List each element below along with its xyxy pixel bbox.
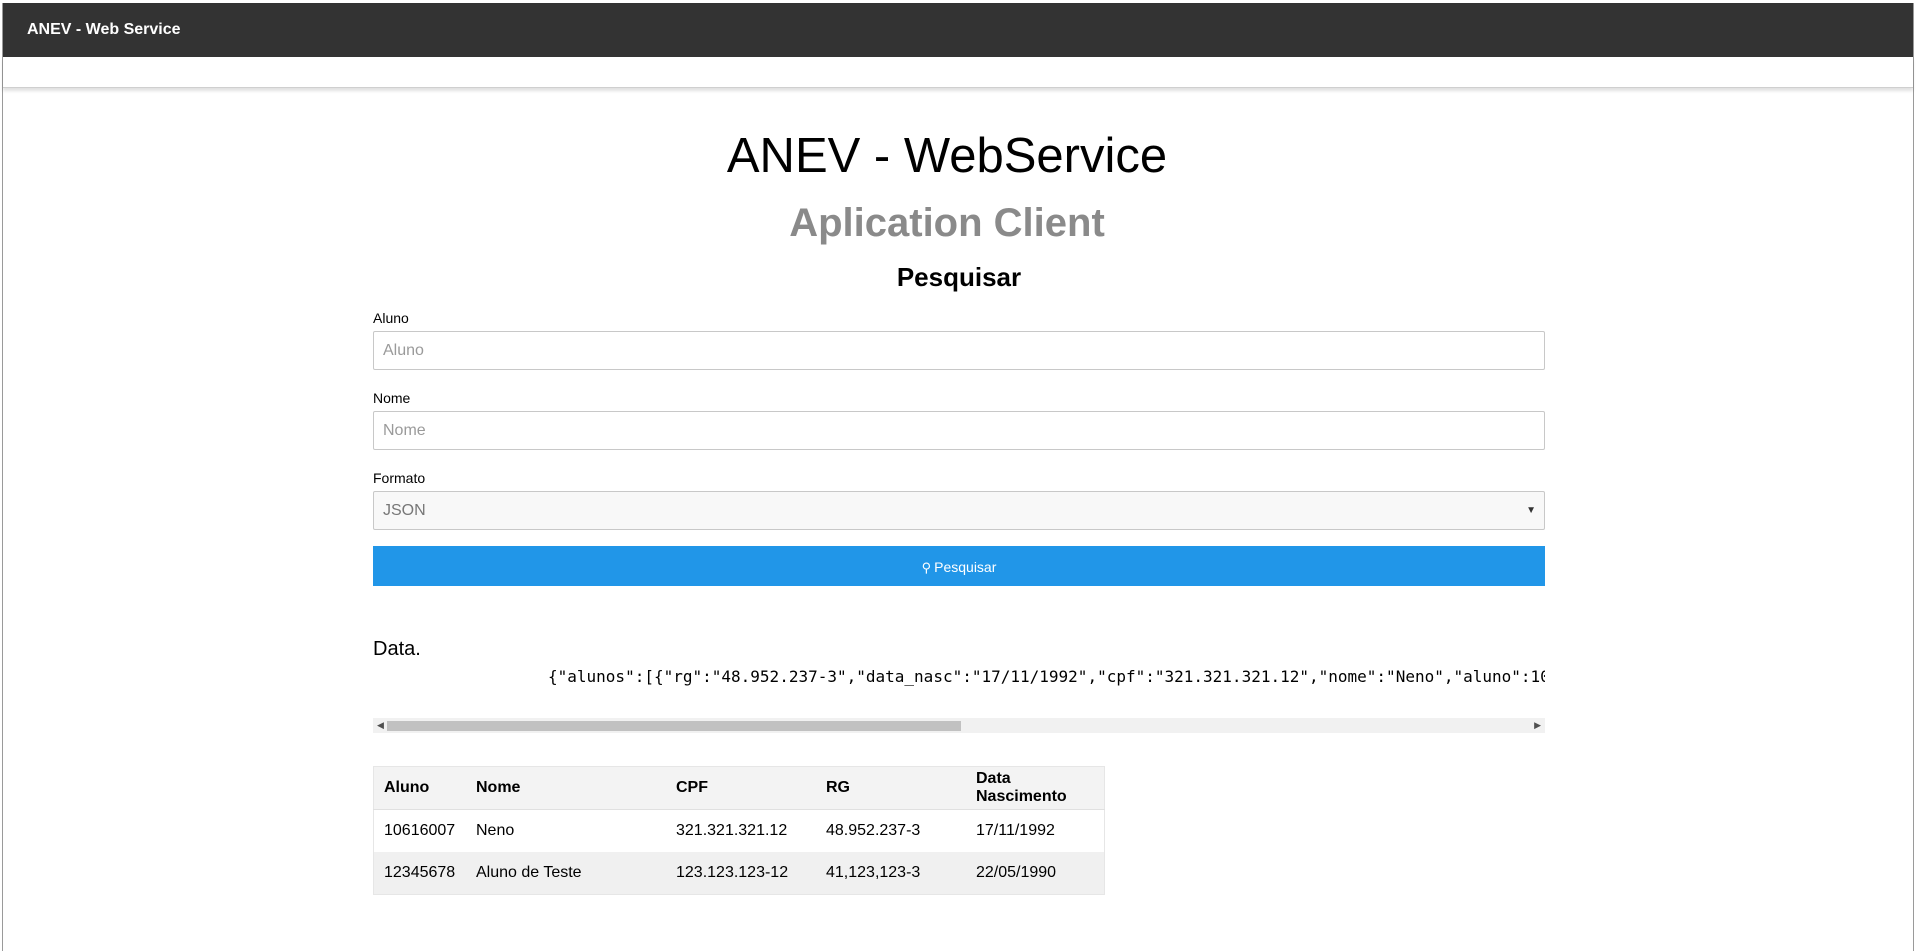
table-row: 10616007 Neno 321.321.321.12 48.952.237-… <box>373 809 1105 852</box>
table-cell: 41,123,123-3 <box>816 852 966 895</box>
table-cell: 10616007 <box>373 809 466 852</box>
page-frame: ANEV - Web Service ANEV - WebService Apl… <box>2 3 1914 951</box>
page-title: ANEV - WebService <box>726 129 1168 183</box>
table-cell: 22/05/1990 <box>966 852 1105 895</box>
top-navbar: ANEV - Web Service <box>3 3 1913 57</box>
aluno-input[interactable] <box>373 331 1545 370</box>
table-cell: 321.321.321.12 <box>666 809 816 852</box>
column-header: Nome <box>466 766 666 810</box>
scrollbar-thumb[interactable] <box>387 721 961 731</box>
search-icon: ⚲ <box>921 560 932 575</box>
nome-input[interactable] <box>373 411 1545 450</box>
raw-output-text: {"alunos":[{"rg":"48.952.237-3","data_na… <box>548 667 1545 686</box>
formato-select[interactable]: JSON ▼ <box>373 491 1545 530</box>
table-header-row: Aluno Nome CPF RG Data Nascimento <box>373 766 1105 810</box>
column-header: RG <box>816 766 966 810</box>
data-title: Data. <box>373 638 421 660</box>
search-button-label: Pesquisar <box>934 559 997 575</box>
column-header: CPF <box>666 766 816 810</box>
raw-output-area[interactable]: {"alunos":[{"rg":"48.952.237-3","data_na… <box>373 667 1545 713</box>
column-header: Aluno <box>373 766 466 810</box>
table-cell: Aluno de Teste <box>466 852 666 895</box>
formato-selected-value: JSON <box>383 502 426 519</box>
table-cell: 123.123.123-12 <box>666 852 816 895</box>
navbar-brand[interactable]: ANEV - Web Service <box>27 21 181 39</box>
scroll-right-icon[interactable]: ▶ <box>1534 718 1541 733</box>
table-cell: 17/11/1992 <box>966 809 1105 852</box>
column-header: Data Nascimento <box>966 766 1105 810</box>
nome-label: Nome <box>373 390 411 406</box>
table-cell: 48.952.237-3 <box>816 809 966 852</box>
aluno-label: Aluno <box>373 310 409 326</box>
horizontal-scrollbar[interactable]: ◀ ▶ <box>373 718 1545 733</box>
scroll-left-icon[interactable]: ◀ <box>377 718 384 733</box>
search-button[interactable]: ⚲ Pesquisar <box>373 546 1545 586</box>
search-heading: Pesquisar <box>896 262 1022 292</box>
formato-label: Formato <box>373 470 426 486</box>
table-cell: 12345678 <box>373 852 466 895</box>
table-cell: Neno <box>466 809 666 852</box>
table-row: 12345678 Aluno de Teste 123.123.123-12 4… <box>373 852 1105 895</box>
results-table: Aluno Nome CPF RG Data Nascimento 106160… <box>373 766 1105 895</box>
sub-navbar <box>3 57 1913 88</box>
chevron-down-icon: ▼ <box>1526 505 1536 516</box>
page-subtitle: Aplication Client <box>789 201 1105 245</box>
